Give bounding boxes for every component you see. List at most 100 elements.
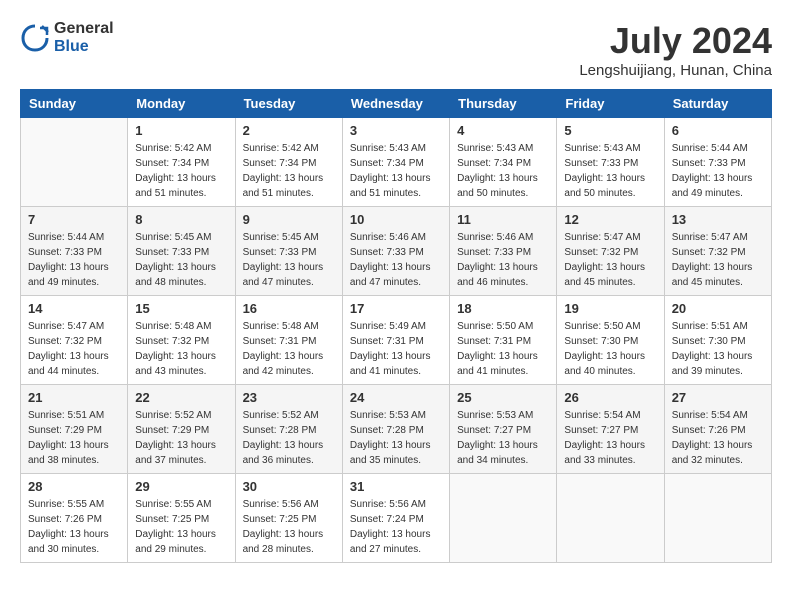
day-number: 20 xyxy=(672,301,764,316)
cell-text: Sunrise: 5:54 AMSunset: 7:26 PMDaylight:… xyxy=(672,410,753,466)
cell-text: Sunrise: 5:47 AMSunset: 7:32 PMDaylight:… xyxy=(28,321,109,377)
weekday-sunday: Sunday xyxy=(21,90,128,118)
weekday-saturday: Saturday xyxy=(664,90,771,118)
cell-text: Sunrise: 5:50 AMSunset: 7:31 PMDaylight:… xyxy=(457,321,538,377)
day-number: 16 xyxy=(243,301,335,316)
cell-text: Sunrise: 5:44 AMSunset: 7:33 PMDaylight:… xyxy=(672,143,753,199)
calendar-table: SundayMondayTuesdayWednesdayThursdayFrid… xyxy=(20,89,772,563)
calendar-cell: 23 Sunrise: 5:52 AMSunset: 7:28 PMDayligh… xyxy=(235,385,342,474)
day-number: 8 xyxy=(135,212,227,227)
calendar-cell: 22 Sunrise: 5:52 AMSunset: 7:29 PMDayligh… xyxy=(128,385,235,474)
calendar-cell: 17Sunrise: 5:49 AMSunset: 7:31 PMDayligh… xyxy=(342,296,449,385)
cell-text: Sunrise: 5:48 AMSunset: 7:31 PMDaylight:… xyxy=(243,321,324,377)
calendar-cell: 27 Sunrise: 5:54 AMSunset: 7:26 PMDayligh… xyxy=(664,385,771,474)
calendar-cell: 10 Sunrise: 5:46 AMSunset: 7:33 PMDayligh… xyxy=(342,207,449,296)
cell-text: Sunrise: 5:43 AMSunset: 7:34 PMDaylight:… xyxy=(350,143,431,199)
day-number: 3 xyxy=(350,123,442,138)
week-row-2: 7Sunrise: 5:44 AMSunset: 7:33 PMDaylight… xyxy=(21,207,772,296)
calendar-cell xyxy=(450,474,557,563)
week-row-5: 28 Sunrise: 5:55 AMSunset: 7:26 PMDayligh… xyxy=(21,474,772,563)
cell-text: Sunrise: 5:56 AMSunset: 7:24 PMDaylight:… xyxy=(350,499,431,555)
cell-text: Sunrise: 5:43 AMSunset: 7:33 PMDaylight:… xyxy=(564,143,645,199)
day-number: 31 xyxy=(350,479,442,494)
cell-text: Sunrise: 5:52 AMSunset: 7:29 PMDaylight:… xyxy=(135,410,216,466)
day-number: 24 xyxy=(350,390,442,405)
calendar-cell: 3 Sunrise: 5:43 AMSunset: 7:34 PMDaylight… xyxy=(342,118,449,207)
calendar-cell: 18Sunrise: 5:50 AMSunset: 7:31 PMDayligh… xyxy=(450,296,557,385)
week-row-4: 21Sunrise: 5:51 AMSunset: 7:29 PMDayligh… xyxy=(21,385,772,474)
calendar-cell: 5Sunrise: 5:43 AMSunset: 7:33 PMDaylight… xyxy=(557,118,664,207)
calendar-cell xyxy=(664,474,771,563)
weekday-header-row: SundayMondayTuesdayWednesdayThursdayFrid… xyxy=(21,90,772,118)
calendar-cell: 14Sunrise: 5:47 AMSunset: 7:32 PMDayligh… xyxy=(21,296,128,385)
calendar-cell xyxy=(557,474,664,563)
calendar-cell xyxy=(21,118,128,207)
day-number: 17 xyxy=(350,301,442,316)
cell-text: Sunrise: 5:55 AMSunset: 7:26 PMDaylight:… xyxy=(28,499,109,555)
month-year: July 2024 xyxy=(579,20,772,62)
day-number: 6 xyxy=(672,123,764,138)
calendar-cell: 4 Sunrise: 5:43 AMSunset: 7:34 PMDaylight… xyxy=(450,118,557,207)
calendar-cell: 8 Sunrise: 5:45 AMSunset: 7:33 PMDaylight… xyxy=(128,207,235,296)
week-row-3: 14Sunrise: 5:47 AMSunset: 7:32 PMDayligh… xyxy=(21,296,772,385)
cell-text: Sunrise: 5:52 AMSunset: 7:28 PMDaylight:… xyxy=(243,410,324,466)
day-number: 12 xyxy=(564,212,656,227)
cell-text: Sunrise: 5:47 AMSunset: 7:32 PMDaylight:… xyxy=(564,232,645,288)
week-row-1: 1Sunrise: 5:42 AMSunset: 7:34 PMDaylight… xyxy=(21,118,772,207)
day-number: 25 xyxy=(457,390,549,405)
weekday-friday: Friday xyxy=(557,90,664,118)
cell-text: Sunrise: 5:42 AMSunset: 7:34 PMDaylight:… xyxy=(243,143,324,199)
calendar-cell: 7Sunrise: 5:44 AMSunset: 7:33 PMDaylight… xyxy=(21,207,128,296)
day-number: 10 xyxy=(350,212,442,227)
page-header: General Blue July 2024 Lengshuijiang, Hu… xyxy=(20,20,772,79)
calendar-cell: 15Sunrise: 5:48 AMSunset: 7:32 PMDayligh… xyxy=(128,296,235,385)
calendar-cell: 12 Sunrise: 5:47 AMSunset: 7:32 PMDayligh… xyxy=(557,207,664,296)
weekday-tuesday: Tuesday xyxy=(235,90,342,118)
calendar-cell: 16 Sunrise: 5:48 AMSunset: 7:31 PMDayligh… xyxy=(235,296,342,385)
cell-text: Sunrise: 5:47 AMSunset: 7:32 PMDaylight:… xyxy=(672,232,753,288)
calendar-cell: 21Sunrise: 5:51 AMSunset: 7:29 PMDayligh… xyxy=(21,385,128,474)
day-number: 2 xyxy=(243,123,335,138)
logo-text: General Blue xyxy=(54,20,114,55)
calendar-cell: 19Sunrise: 5:50 AMSunset: 7:30 PMDayligh… xyxy=(557,296,664,385)
calendar-cell: 24 Sunrise: 5:53 AMSunset: 7:28 PMDayligh… xyxy=(342,385,449,474)
cell-text: Sunrise: 5:53 AMSunset: 7:28 PMDaylight:… xyxy=(350,410,431,466)
calendar-cell: 31 Sunrise: 5:56 AMSunset: 7:24 PMDayligh… xyxy=(342,474,449,563)
calendar-body: 1Sunrise: 5:42 AMSunset: 7:34 PMDaylight… xyxy=(21,118,772,563)
day-number: 28 xyxy=(28,479,120,494)
weekday-wednesday: Wednesday xyxy=(342,90,449,118)
cell-text: Sunrise: 5:46 AMSunset: 7:33 PMDaylight:… xyxy=(457,232,538,288)
weekday-monday: Monday xyxy=(128,90,235,118)
day-number: 26 xyxy=(564,390,656,405)
location: Lengshuijiang, Hunan, China xyxy=(579,62,772,79)
day-number: 21 xyxy=(28,390,120,405)
title-block: July 2024 Lengshuijiang, Hunan, China xyxy=(579,20,772,79)
calendar-cell: 30 Sunrise: 5:56 AMSunset: 7:25 PMDayligh… xyxy=(235,474,342,563)
calendar-cell: 1Sunrise: 5:42 AMSunset: 7:34 PMDaylight… xyxy=(128,118,235,207)
cell-text: Sunrise: 5:56 AMSunset: 7:25 PMDaylight:… xyxy=(243,499,324,555)
logo-icon xyxy=(20,23,50,53)
cell-text: Sunrise: 5:43 AMSunset: 7:34 PMDaylight:… xyxy=(457,143,538,199)
calendar-cell: 9 Sunrise: 5:45 AMSunset: 7:33 PMDaylight… xyxy=(235,207,342,296)
day-number: 23 xyxy=(243,390,335,405)
cell-text: Sunrise: 5:45 AMSunset: 7:33 PMDaylight:… xyxy=(243,232,324,288)
calendar-cell: 13 Sunrise: 5:47 AMSunset: 7:32 PMDayligh… xyxy=(664,207,771,296)
cell-text: Sunrise: 5:48 AMSunset: 7:32 PMDaylight:… xyxy=(135,321,216,377)
day-number: 22 xyxy=(135,390,227,405)
day-number: 9 xyxy=(243,212,335,227)
logo: General Blue xyxy=(20,20,114,55)
calendar-cell: 26Sunrise: 5:54 AMSunset: 7:27 PMDayligh… xyxy=(557,385,664,474)
calendar-cell: 20Sunrise: 5:51 AMSunset: 7:30 PMDayligh… xyxy=(664,296,771,385)
day-number: 30 xyxy=(243,479,335,494)
calendar-cell: 29Sunrise: 5:55 AMSunset: 7:25 PMDayligh… xyxy=(128,474,235,563)
cell-text: Sunrise: 5:45 AMSunset: 7:33 PMDaylight:… xyxy=(135,232,216,288)
calendar-cell: 6 Sunrise: 5:44 AMSunset: 7:33 PMDaylight… xyxy=(664,118,771,207)
day-number: 29 xyxy=(135,479,227,494)
logo-general: General xyxy=(54,20,114,38)
cell-text: Sunrise: 5:46 AMSunset: 7:33 PMDaylight:… xyxy=(350,232,431,288)
day-number: 27 xyxy=(672,390,764,405)
calendar-cell: 2 Sunrise: 5:42 AMSunset: 7:34 PMDaylight… xyxy=(235,118,342,207)
day-number: 13 xyxy=(672,212,764,227)
cell-text: Sunrise: 5:44 AMSunset: 7:33 PMDaylight:… xyxy=(28,232,109,288)
day-number: 4 xyxy=(457,123,549,138)
